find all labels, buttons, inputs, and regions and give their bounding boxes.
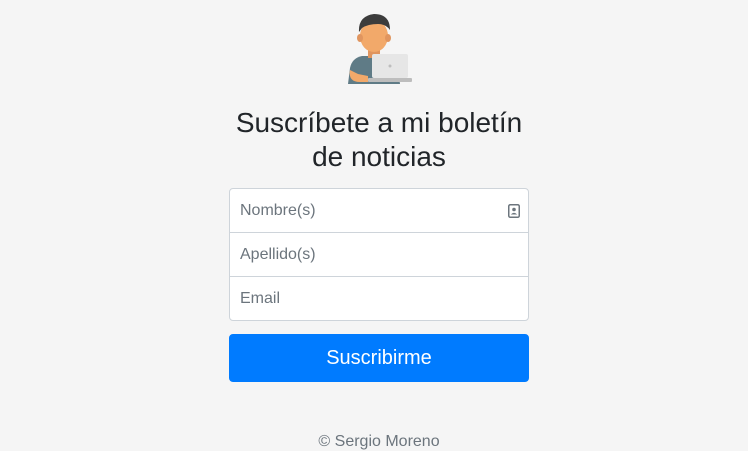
last-name-input[interactable] <box>230 233 528 276</box>
email-input[interactable] <box>230 277 528 320</box>
subscribe-button[interactable]: Suscribirme <box>229 334 529 382</box>
title-line-2: de noticias <box>312 141 446 172</box>
email-field-wrapper <box>229 276 529 321</box>
contact-card-icon[interactable] <box>508 204 520 218</box>
footer-copyright: © Sergio Moreno <box>318 433 440 450</box>
last-name-field-wrapper <box>229 232 529 277</box>
page-title: Suscríbete a mi boletín de noticias <box>0 106 748 174</box>
subscribe-form <box>229 188 529 321</box>
first-name-input[interactable] <box>230 189 528 232</box>
first-name-field-wrapper <box>229 188 529 233</box>
person-with-laptop-icon <box>348 14 412 84</box>
title-line-1: Suscríbete a mi boletín <box>235 107 523 138</box>
